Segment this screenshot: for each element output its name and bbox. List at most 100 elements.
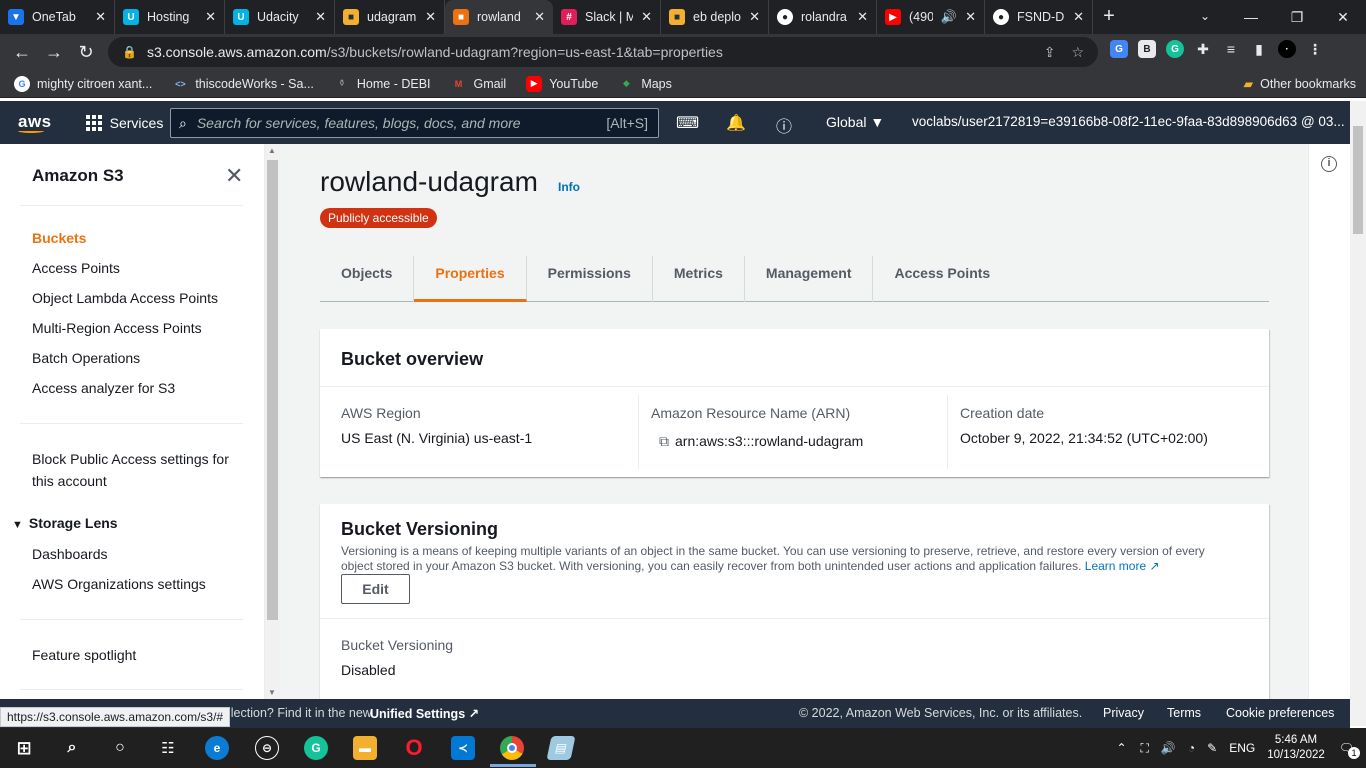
tab-objects[interactable]: Objects (320, 256, 415, 302)
opera-icon[interactable]: O (402, 735, 426, 760)
grammarly-icon[interactable]: G (304, 736, 328, 760)
clock[interactable]: 5:46 AM 10/13/2022 (1267, 733, 1325, 763)
learn-more-link[interactable]: Learn more ↗ (1085, 559, 1160, 573)
search-icon[interactable]: ⌕ (60, 736, 84, 760)
search-input[interactable]: ⌕ Search for services, features, blogs, … (170, 108, 659, 138)
scroll-up-icon[interactable]: ▲ (268, 146, 276, 155)
privacy-link[interactable]: Privacy (1103, 706, 1144, 720)
bookmark-item[interactable]: ▶ YouTube (526, 75, 598, 92)
tray-chevron-icon[interactable]: ⌃ (1116, 741, 1126, 755)
extensions-puzzle-icon[interactable]: ✚ (1194, 40, 1212, 58)
browser-tab[interactable]: ● rolandra ✕ (769, 0, 877, 34)
network-icon[interactable]: ⛶ (1141, 741, 1149, 756)
tab-properties[interactable]: Properties (414, 256, 527, 302)
browser-tab[interactable]: ▼ OneTab ✕ (0, 0, 115, 34)
browser-tab-active[interactable]: ■ rowland ✕ (445, 0, 553, 34)
pen-icon[interactable]: ✎ (1207, 741, 1217, 755)
close-icon[interactable]: ✕ (95, 9, 106, 25)
close-icon[interactable]: ✕ (965, 9, 976, 25)
edit-button[interactable]: Edit (341, 574, 410, 604)
sidebar-item-access-analyzer[interactable]: Access analyzer for S3 (32, 380, 175, 396)
edge-icon[interactable]: e (205, 736, 229, 760)
task-view-icon[interactable]: ○ (108, 736, 132, 760)
tab-permissions[interactable]: Permissions (527, 256, 653, 302)
browser-tab[interactable]: U Hosting ✕ (115, 0, 225, 34)
translate-icon[interactable]: G (1110, 40, 1128, 58)
scrollbar-thumb[interactable] (267, 160, 278, 620)
tab-metrics[interactable]: Metrics (653, 256, 745, 302)
sidebar-item-multi-region[interactable]: Multi-Region Access Points (32, 320, 202, 336)
help-icon[interactable]: ⓘ (776, 113, 792, 137)
copy-icon[interactable]: ⧉ (659, 433, 669, 449)
sidebar-item-object-lambda[interactable]: Object Lambda Access Points (32, 290, 218, 306)
windows-start-icon[interactable]: ⊞ (12, 736, 36, 760)
sidebar-item-buckets[interactable]: Buckets (32, 230, 86, 246)
profile-avatar[interactable]: · (1278, 40, 1296, 58)
page-scrollbar[interactable] (1350, 101, 1366, 726)
close-icon[interactable]: ✕ (534, 9, 545, 25)
sidebar-item-batch-operations[interactable]: Batch Operations (32, 350, 140, 366)
sidebar-item-org-settings[interactable]: AWS Organizations settings (32, 576, 206, 592)
extension-b-icon[interactable]: B (1138, 40, 1156, 58)
terms-link[interactable]: Terms (1167, 706, 1201, 720)
close-icon[interactable]: ✕ (641, 9, 652, 25)
side-panel-icon[interactable]: ▮ (1250, 40, 1268, 58)
volume-icon[interactable]: 🔊 (1161, 741, 1176, 755)
bookmark-item[interactable]: <> thiscodeWorks - Sa... (172, 76, 314, 92)
file-explorer-icon[interactable]: ▬ (353, 736, 377, 760)
forward-icon[interactable]: → (38, 42, 70, 63)
app-icon[interactable]: ⊖ (255, 736, 279, 760)
close-icon[interactable]: ✕ (315, 9, 326, 25)
browser-tab[interactable]: ■ udagram ✕ (335, 0, 445, 34)
reload-icon[interactable]: ↻ (70, 42, 102, 63)
media-control-icon[interactable]: ≡ (1222, 40, 1240, 58)
widgets-icon[interactable]: ☷ (156, 736, 180, 760)
scrollbar-thumb[interactable] (1353, 126, 1363, 234)
sidebar-item-block-public-access[interactable]: Block Public Access settings for this ac… (32, 451, 229, 495)
sidebar-item-dashboards[interactable]: Dashboards (32, 546, 108, 562)
bookmark-star-icon[interactable]: ☆ (1071, 44, 1084, 61)
notepad-icon[interactable]: ▤ (546, 736, 576, 760)
back-icon[interactable]: ← (6, 42, 38, 63)
close-window-icon[interactable]: ✕ (1320, 0, 1366, 34)
tab-search-icon[interactable]: ⌄ (1190, 0, 1220, 34)
region-selector[interactable]: Global ▼ (826, 114, 884, 130)
cloudshell-icon[interactable]: ⌨ (676, 113, 699, 133)
wifi-icon[interactable]: ◔ (1188, 741, 1195, 755)
notifications-bell-icon[interactable]: 🔔 (726, 113, 746, 133)
close-icon[interactable]: ✕ (857, 9, 868, 25)
minimize-icon[interactable]: — (1228, 0, 1274, 34)
info-link[interactable]: Info (558, 180, 580, 194)
close-icon[interactable]: ✕ (225, 163, 243, 189)
sidebar-scrollbar[interactable]: ▲ ▼ (265, 144, 280, 699)
sidebar-item-feature-spotlight[interactable]: Feature spotlight (32, 647, 136, 663)
info-panel-icon[interactable]: i (1321, 156, 1337, 172)
chrome-icon[interactable] (500, 736, 524, 760)
close-icon[interactable]: ✕ (749, 9, 760, 25)
scroll-down-icon[interactable]: ▼ (268, 688, 276, 697)
bookmark-item[interactable]: M Gmail (451, 76, 506, 92)
menu-kebab-icon[interactable]: ⋮ (1306, 40, 1324, 58)
sidebar-item-access-points[interactable]: Access Points (32, 260, 120, 276)
notification-center-icon[interactable]: 🗨 1 (1339, 741, 1360, 759)
vscode-icon[interactable]: ≺ (451, 736, 475, 760)
restore-icon[interactable]: ❐ (1274, 0, 1320, 34)
other-bookmarks[interactable]: ▰ Other bookmarks (1244, 76, 1357, 92)
share-icon[interactable]: ⇪ (1044, 44, 1056, 61)
unified-settings-link[interactable]: Unified Settings ↗ (370, 706, 479, 721)
bookmark-item[interactable]: ⚱ Home - DEBI (334, 76, 430, 92)
cookie-preferences-link[interactable]: Cookie preferences (1226, 706, 1334, 720)
aws-logo[interactable]: aws (18, 112, 52, 133)
services-menu-button[interactable]: Services (85, 114, 163, 131)
bookmark-item[interactable]: ◆ Maps (618, 76, 672, 92)
language-indicator[interactable]: ENG (1229, 741, 1255, 755)
browser-tab[interactable]: ■ eb deplo ✕ (661, 0, 769, 34)
grammarly-icon[interactable]: G (1166, 40, 1184, 58)
close-icon[interactable]: ✕ (205, 9, 216, 25)
close-icon[interactable]: ✕ (425, 9, 436, 25)
browser-tab[interactable]: # Slack | M ✕ (553, 0, 661, 34)
browser-tab[interactable]: ▶ (490 🔊 ✕ (877, 0, 985, 34)
speaker-icon[interactable]: 🔊 (941, 9, 957, 25)
account-menu[interactable]: voclabs/user2172819=e39166b8-08f2-11ec-9… (912, 114, 1362, 129)
browser-tab[interactable]: U Udacity ✕ (225, 0, 335, 34)
